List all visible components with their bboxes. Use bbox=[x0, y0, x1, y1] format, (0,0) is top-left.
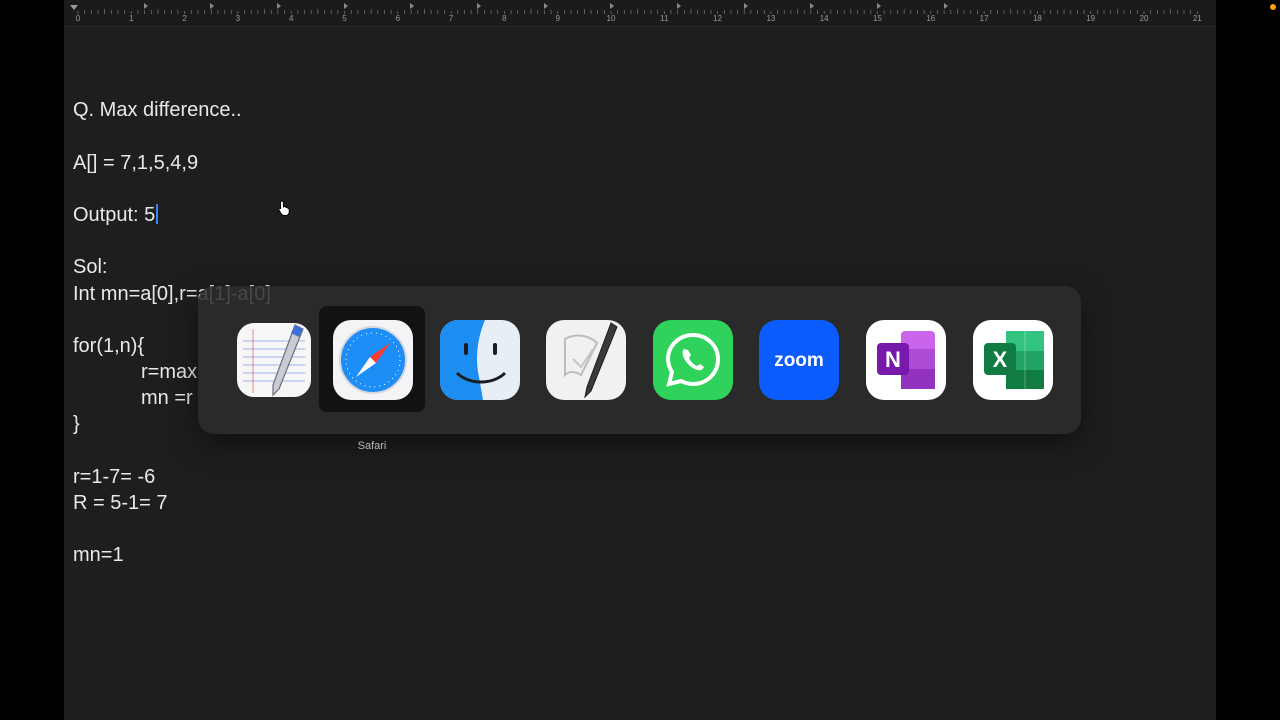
left-indent-marker bbox=[70, 5, 78, 10]
app-switcher-item-excel[interactable]: X bbox=[959, 306, 1065, 412]
ruler-number: 11 bbox=[660, 14, 669, 23]
ruler-number: 14 bbox=[819, 14, 829, 23]
zoom-icon: zoom bbox=[759, 320, 839, 400]
ruler-number: 20 bbox=[1139, 14, 1149, 23]
ruler-number: 19 bbox=[1086, 14, 1096, 23]
document-line-text: mn =r bbox=[141, 387, 193, 410]
document-line-text: r=1-7= -6 bbox=[73, 465, 156, 488]
document-line: mn=1 bbox=[73, 542, 271, 568]
tab-stop-marker bbox=[744, 3, 748, 9]
document-line-text: for(1,n){ bbox=[73, 334, 145, 357]
document-line-text: mn=1 bbox=[73, 544, 124, 567]
ruler-number: 8 bbox=[502, 14, 507, 23]
tab-stop-marker bbox=[944, 3, 948, 9]
whatsapp-icon bbox=[653, 320, 733, 400]
ruler-number: 13 bbox=[766, 14, 776, 23]
tab-stop-marker bbox=[144, 3, 148, 9]
textedit-icon bbox=[237, 323, 311, 397]
ruler-number: 16 bbox=[926, 14, 936, 23]
hand-pointer-cursor-icon bbox=[278, 200, 290, 216]
app-switcher-item-zoom[interactable]: zoom bbox=[745, 306, 851, 412]
ruler-number: 1 bbox=[129, 14, 134, 23]
tab-stop-marker bbox=[877, 3, 881, 9]
tab-stop-marker bbox=[344, 3, 348, 9]
tab-stop-marker bbox=[410, 3, 414, 9]
document-line: Sol: bbox=[73, 254, 271, 280]
tab-stop-marker bbox=[810, 3, 814, 9]
ruler-number: 12 bbox=[713, 14, 723, 23]
excel-icon: X bbox=[973, 320, 1053, 400]
app-switcher-item-finder[interactable] bbox=[426, 306, 532, 412]
ruler-number: 10 bbox=[606, 14, 616, 23]
app-switcher-item-onenote[interactable]: N bbox=[852, 306, 958, 412]
app-switcher-item-textedit[interactable] bbox=[220, 306, 326, 412]
tab-stop-marker bbox=[477, 3, 481, 9]
ruler-number: 4 bbox=[288, 14, 294, 23]
document-line: Output: 5 bbox=[73, 202, 271, 228]
ruler[interactable]: 0 1 2 3 4 5 6 7 8 9 10 11 12 13 14 15 16 17 18 19 20 21 bbox=[64, 0, 1216, 27]
document-line-text: R = 5-1= 7 bbox=[73, 492, 168, 514]
ruler-number: 3 bbox=[235, 14, 241, 23]
svg-text:X: X bbox=[993, 347, 1008, 372]
svg-text:N: N bbox=[885, 347, 901, 372]
tab-stop-marker bbox=[277, 3, 281, 9]
document-line-text: Sol: bbox=[73, 256, 108, 279]
app-switcher-item-script-editor[interactable] bbox=[532, 306, 638, 412]
tab-stop-marker bbox=[544, 3, 548, 9]
ruler-number: 0 bbox=[75, 14, 81, 23]
script-editor-icon bbox=[546, 320, 626, 400]
tab-stop-marker bbox=[677, 3, 681, 9]
svg-text:zoom: zoom bbox=[774, 350, 824, 371]
recording-indicator-dot bbox=[1270, 4, 1276, 10]
document-line-text: Output: 5 bbox=[73, 203, 156, 226]
ruler-number: 7 bbox=[448, 14, 454, 23]
ruler-number: 2 bbox=[182, 14, 187, 23]
document-line: Q. Max difference.. bbox=[73, 97, 271, 123]
finder-icon bbox=[440, 320, 520, 400]
document-line-text: r=max bbox=[141, 361, 198, 384]
selected-app-label: Safari bbox=[357, 440, 387, 452]
ruler-number: 21 bbox=[1192, 14, 1202, 23]
tab-stop-marker bbox=[610, 3, 614, 9]
document-line-text: A[] = 7,1,5,4,9 bbox=[73, 151, 199, 174]
ruler-number: 6 bbox=[395, 14, 401, 23]
app-switcher: Safari zoom N X bbox=[198, 286, 1081, 452]
app-switcher-item-safari[interactable]: Safari bbox=[319, 306, 425, 452]
document-line: r=1-7= -6 bbox=[73, 464, 271, 490]
ruler-number: 15 bbox=[873, 14, 882, 23]
document-line: R = 5-1= 7 bbox=[73, 490, 271, 516]
ruler-number: 18 bbox=[1032, 14, 1042, 23]
ruler-number: 17 bbox=[979, 14, 989, 23]
onenote-icon: N bbox=[866, 320, 946, 400]
document-line-text: Q. Max difference.. bbox=[73, 99, 242, 122]
text-caret bbox=[156, 203, 159, 224]
document-line: A[] = 7,1,5,4,9 bbox=[73, 150, 271, 176]
ruler-number: 5 bbox=[342, 14, 347, 23]
tab-stop-marker bbox=[210, 3, 214, 9]
safari-icon bbox=[333, 320, 413, 400]
document-line-text: } bbox=[73, 413, 80, 436]
ruler-number: 9 bbox=[555, 14, 560, 23]
app-switcher-item-whatsapp[interactable] bbox=[639, 306, 745, 412]
